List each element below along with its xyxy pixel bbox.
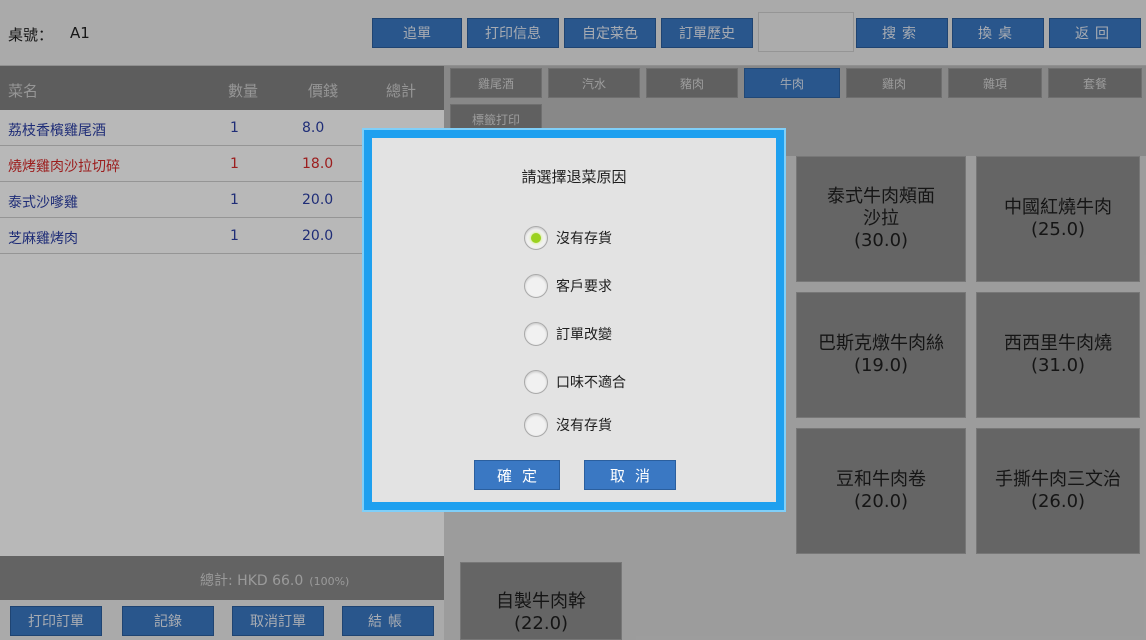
reason-label: 沒有存貨 [556,231,612,247]
radio-button[interactable] [524,322,548,346]
reason-option[interactable]: 沒有存貨 [524,412,612,438]
reason-label: 訂單改變 [556,327,612,343]
cancel-button[interactable]: 取消 [584,460,676,490]
radio-button[interactable] [524,274,548,298]
reason-option[interactable]: 沒有存貨 [524,225,612,251]
reason-label: 口味不適合 [556,375,626,391]
reason-option[interactable]: 口味不適合 [524,369,626,395]
radio-button[interactable] [524,370,548,394]
radio-button-selected[interactable] [524,226,548,250]
reason-option[interactable]: 訂單改變 [524,321,612,347]
confirm-button[interactable]: 確定 [474,460,560,490]
reason-option[interactable]: 客戶要求 [524,273,612,299]
dialog-title: 請選擇退菜原因 [521,168,627,186]
dialog-body: 請選擇退菜原因 沒有存貨 客戶要求 訂單改變 口味不適合 沒有存貨 確定 取消 [372,138,776,502]
return-reason-dialog: 請選擇退菜原因 沒有存貨 客戶要求 訂單改變 口味不適合 沒有存貨 確定 取消 [362,128,786,512]
radio-button[interactable] [524,413,548,437]
reason-label: 客戶要求 [556,279,612,295]
reason-label: 沒有存貨 [556,418,612,434]
